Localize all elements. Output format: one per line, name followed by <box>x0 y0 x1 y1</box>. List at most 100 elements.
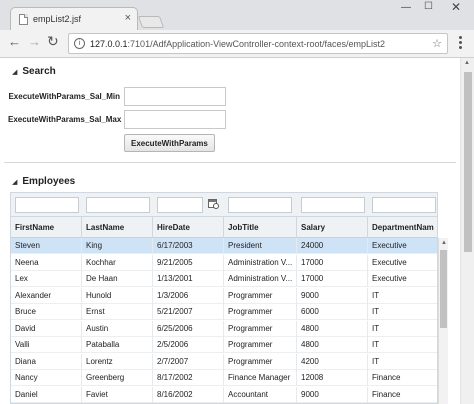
cell-jobtitle: Administration V... <box>224 254 297 271</box>
page-content: ◢ Search ExecuteWithParams_Sal_Min Execu… <box>0 58 474 404</box>
search-title: Search <box>22 66 56 77</box>
cell-department: IT <box>372 340 380 349</box>
cell-hiredate: 9/21/2005 <box>153 254 224 271</box>
cell-firstname: Diana <box>11 353 82 370</box>
cell-firstname: Bruce <box>11 304 82 320</box>
cell-salary: 17000 <box>297 271 368 287</box>
column-header-department[interactable]: DepartmentNam <box>368 217 437 238</box>
table-row[interactable]: Steven King 6/17/2003 President 24000 Executi… <box>11 238 437 254</box>
column-header-salary[interactable]: Salary <box>297 217 368 238</box>
cell-jobtitle: Programmer <box>224 337 297 353</box>
collapse-triangle-icon[interactable]: ◢ <box>12 178 17 186</box>
cell-lastname: Hunold <box>82 287 153 304</box>
filter-row <box>11 193 437 217</box>
filter-salary-input[interactable] <box>301 197 365 213</box>
cell-lastname: Greenberg <box>82 370 153 386</box>
cell-salary: 9000 <box>297 386 368 403</box>
browser-tab[interactable]: empList2.jsf × <box>10 7 138 30</box>
cell-hiredate: 1/13/2001 <box>153 271 224 287</box>
column-header-jobtitle[interactable]: JobTitle <box>224 217 297 238</box>
employees-table: FirstName LastName HireDate JobTitle Sal… <box>10 192 438 404</box>
cell-firstname: Lex <box>11 271 82 287</box>
cell-lastname: Ernst <box>82 304 153 320</box>
table-scroll-thumb[interactable] <box>440 250 447 328</box>
sal-min-input[interactable] <box>124 87 226 106</box>
cell-hiredate: 2/5/2006 <box>153 337 224 353</box>
cell-lastname: Faviet <box>82 386 153 403</box>
table-row[interactable]: Lex De Haan 1/13/2001 Administration V... 17… <box>11 271 437 287</box>
scroll-up-icon[interactable]: ▲ <box>441 240 447 246</box>
cell-firstname: Valli <box>11 337 82 353</box>
cell-lastname: Pataballa <box>82 337 153 353</box>
collapse-triangle-icon[interactable]: ◢ <box>12 68 17 76</box>
filter-lastname-input[interactable] <box>86 197 150 213</box>
table-row[interactable]: Valli Pataballa 2/5/2006 Programmer 4800 IT <box>11 337 437 353</box>
info-icon[interactable]: i <box>74 38 85 49</box>
browser-tabstrip: empList2.jsf × — ☐ ✕ <box>0 0 474 30</box>
arrow-left-icon[interactable]: ← <box>8 35 21 48</box>
maximize-icon[interactable]: ☐ <box>424 2 433 12</box>
filter-firstname-input[interactable] <box>15 197 79 213</box>
cell-salary: 9000 <box>297 287 368 304</box>
cell-department: Executive <box>372 257 407 267</box>
cell-firstname: David <box>11 320 82 337</box>
cell-hiredate: 8/17/2002 <box>153 370 224 386</box>
cell-jobtitle: Programmer <box>224 304 297 320</box>
tab-title: empList2.jsf <box>33 14 82 24</box>
cell-firstname: Alexander <box>11 287 82 304</box>
cell-department: Finance <box>372 389 401 399</box>
execute-with-params-button[interactable]: ExecuteWithParams <box>124 134 215 152</box>
cell-jobtitle: Finance Manager <box>224 370 297 386</box>
page-icon <box>19 14 28 25</box>
new-tab-button[interactable] <box>137 16 165 28</box>
cell-jobtitle: Accountant <box>224 386 297 403</box>
scroll-up-icon[interactable]: ▲ <box>464 60 470 66</box>
employees-title: Employees <box>22 176 76 187</box>
filter-jobtitle-input[interactable] <box>228 197 292 213</box>
table-scrollbar[interactable]: ▲ <box>438 238 448 404</box>
filter-department-input[interactable] <box>372 197 436 213</box>
cell-salary: 4800 <box>297 320 368 337</box>
table-row[interactable]: Diana Lorentz 2/7/2007 Programmer 4200 IT <box>11 353 437 370</box>
cell-department: IT <box>372 356 380 366</box>
cell-firstname: Daniel <box>11 386 82 403</box>
three-dots-icon[interactable] <box>459 36 463 51</box>
cell-jobtitle: Programmer <box>224 320 297 337</box>
column-header-firstname[interactable]: FirstName <box>11 217 82 238</box>
table-row[interactable]: David Austin 6/25/2006 Programmer 4800 IT <box>11 320 437 337</box>
arrow-right-icon[interactable]: → <box>28 35 41 48</box>
cell-jobtitle: President <box>224 238 297 254</box>
table-row[interactable]: Daniel Faviet 8/16/2002 Accountant 9000 Finan… <box>11 386 437 403</box>
reload-icon[interactable]: ↻ <box>47 34 59 48</box>
minimize-icon[interactable]: — <box>401 3 411 13</box>
sal-max-label: ExecuteWithParams_Sal_Max <box>8 115 122 124</box>
cell-department: Executive <box>372 274 407 283</box>
window-close-icon[interactable]: ✕ <box>451 1 461 13</box>
star-icon[interactable]: ☆ <box>432 37 442 50</box>
page-scrollbar[interactable]: ▲ <box>460 58 474 404</box>
filter-hiredate-input[interactable] <box>157 197 203 213</box>
cell-hiredate: 2/7/2007 <box>153 353 224 370</box>
cell-jobtitle: Administration V... <box>224 271 297 287</box>
table-row[interactable]: Bruce Ernst 5/21/2007 Programmer 6000 IT <box>11 304 437 320</box>
cell-department: IT <box>372 290 380 300</box>
cell-salary: 4200 <box>297 353 368 370</box>
employees-section-header[interactable]: ◢ Employees <box>12 176 75 187</box>
cell-firstname: Nancy <box>11 370 82 386</box>
table-row[interactable]: Nancy Greenberg 8/17/2002 Finance Manager 12… <box>11 370 437 386</box>
table-row[interactable]: Alexander Hunold 1/3/2006 Programmer 9000 IT <box>11 287 437 304</box>
cell-firstname: Steven <box>11 238 82 254</box>
table-header: FirstName LastName HireDate JobTitle Sal… <box>11 217 437 238</box>
cell-lastname: Austin <box>82 320 153 337</box>
sal-max-input[interactable] <box>124 110 226 129</box>
address-url[interactable]: 127.0.0.1:7101/AdfApplication-ViewContro… <box>90 39 385 49</box>
page-scroll-thumb[interactable] <box>464 72 472 252</box>
cell-lastname: King <box>82 238 153 254</box>
tab-close-icon[interactable]: × <box>125 12 131 24</box>
calendar-clock-icon[interactable] <box>208 198 219 209</box>
column-header-lastname[interactable]: LastName <box>82 217 153 238</box>
search-section-header[interactable]: ◢ Search <box>12 66 56 77</box>
column-header-hiredate[interactable]: HireDate <box>153 217 224 238</box>
address-bar[interactable]: i 127.0.0.1:7101/AdfApplication-ViewCont… <box>68 33 448 54</box>
table-row[interactable]: Neena Kochhar 9/21/2005 Administration V...… <box>11 254 437 271</box>
